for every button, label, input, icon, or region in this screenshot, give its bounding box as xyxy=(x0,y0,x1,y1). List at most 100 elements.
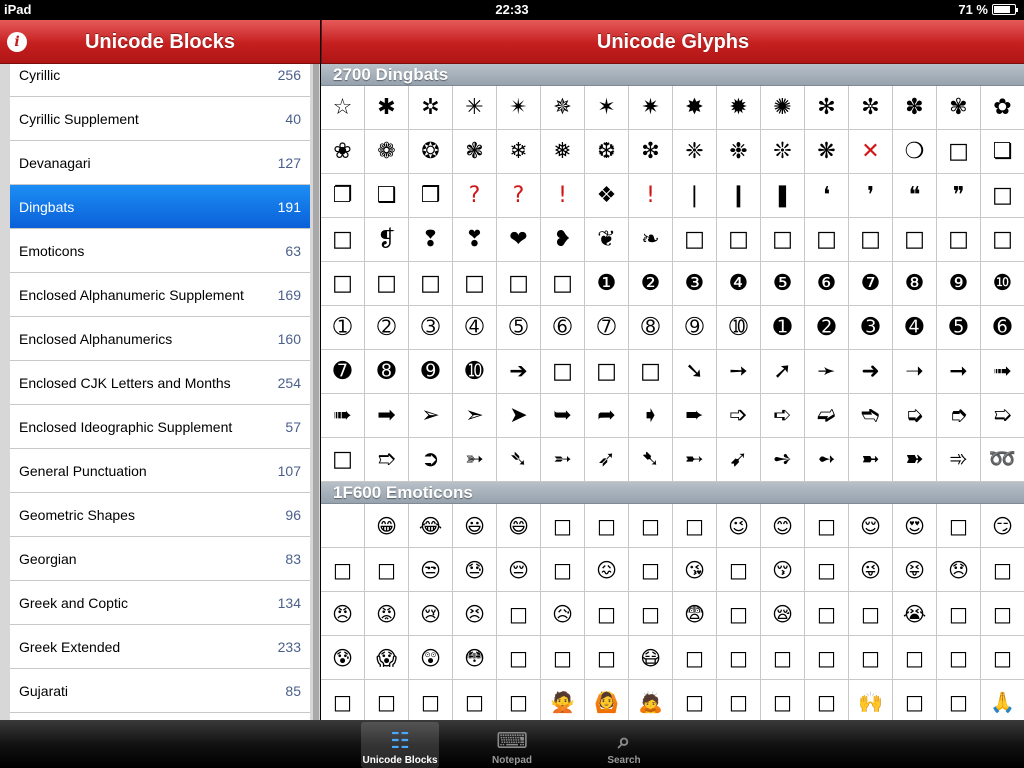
glyph-cell[interactable]: □ xyxy=(541,262,585,306)
glyph-cell[interactable]: ➂ xyxy=(409,306,453,350)
glyph-cell[interactable]: ! xyxy=(541,174,585,218)
glyph-cell[interactable]: □ xyxy=(673,504,717,548)
glyph-cell[interactable]: ➴ xyxy=(497,438,541,482)
glyph-cell[interactable]: ➪ xyxy=(761,394,805,438)
glyph-cell[interactable]: ➅ xyxy=(541,306,585,350)
glyph-cell[interactable]: 🙏 xyxy=(981,680,1024,720)
glyph-cell[interactable]: □ xyxy=(717,592,761,636)
glyph-cell[interactable]: ➶ xyxy=(585,438,629,482)
glyph-cell[interactable]: ❂ xyxy=(409,130,453,174)
glyph-cell[interactable]: ❅ xyxy=(541,130,585,174)
glyph-cell[interactable]: □ xyxy=(541,350,585,394)
block-row[interactable]: Geometric Shapes 96 xyxy=(10,493,310,537)
glyph-cell[interactable]: □ xyxy=(497,636,541,680)
glyph-cell[interactable]: □ xyxy=(321,438,365,482)
glyph-cell[interactable]: ✽ xyxy=(893,86,937,130)
glyph-cell[interactable]: ➀ xyxy=(321,306,365,350)
glyph-cell[interactable]: 😷 xyxy=(629,636,673,680)
glyph-cell[interactable]: ❼ xyxy=(849,262,893,306)
glyph-cell[interactable]: 😰 xyxy=(321,636,365,680)
glyph-cell[interactable]: □ xyxy=(585,592,629,636)
tab-notepad[interactable]: ⌨ Notepad xyxy=(473,720,551,768)
glyph-cell[interactable]: ➣ xyxy=(453,394,497,438)
glyph-cell[interactable]: □ xyxy=(849,592,893,636)
glyph-cell[interactable]: ➹ xyxy=(717,438,761,482)
glyph-cell[interactable]: ❋ xyxy=(805,130,849,174)
glyph-cell[interactable]: ➃ xyxy=(453,306,497,350)
glyph-cell[interactable]: ➵ xyxy=(541,438,585,482)
glyph-cell[interactable]: ➓ xyxy=(453,350,497,394)
glyph-cell[interactable]: □ xyxy=(321,548,365,592)
glyph-cell[interactable]: ➷ xyxy=(629,438,673,482)
block-row[interactable]: Cyrillic Supplement 40 xyxy=(10,97,310,141)
glyph-cell[interactable]: □ xyxy=(409,680,453,720)
glyph-cell[interactable]: □ xyxy=(321,218,365,262)
glyph-cell[interactable]: ➁ xyxy=(365,306,409,350)
glyph-cell[interactable]: □ xyxy=(937,130,981,174)
glyph-cell[interactable]: ➛ xyxy=(805,350,849,394)
glyph-cell[interactable]: ➔ xyxy=(497,350,541,394)
glyph-cell[interactable]: ❝ xyxy=(893,174,937,218)
glyph-cell[interactable]: ➉ xyxy=(717,306,761,350)
glyph-cell[interactable]: □ xyxy=(937,218,981,262)
glyph-cell[interactable]: □ xyxy=(497,680,541,720)
glyph-cell[interactable]: 😌 xyxy=(849,504,893,548)
glyph-cell[interactable]: ❙ xyxy=(717,174,761,218)
glyph-cell[interactable]: 😖 xyxy=(585,548,629,592)
glyph-cell[interactable]: 😢 xyxy=(409,592,453,636)
glyph-cell[interactable]: ❍ xyxy=(893,130,937,174)
glyph-cell[interactable]: ➟ xyxy=(981,350,1024,394)
glyph-cell[interactable]: □ xyxy=(585,636,629,680)
glyph-cell[interactable]: ✵ xyxy=(541,86,585,130)
glyph-cell[interactable]: ❛ xyxy=(805,174,849,218)
glyph-cell[interactable]: □ xyxy=(365,262,409,306)
glyph-cell[interactable]: □ xyxy=(981,174,1024,218)
glyph-cell[interactable]: 😪 xyxy=(761,592,805,636)
glyph-cell[interactable]: ❊ xyxy=(761,130,805,174)
glyph-cell[interactable]: ➒ xyxy=(409,350,453,394)
glyph-cell[interactable]: 😜 xyxy=(849,548,893,592)
glyph-cell[interactable]: □ xyxy=(893,680,937,720)
glyph-cell[interactable]: ❉ xyxy=(717,130,761,174)
block-row[interactable]: General Punctuation 107 xyxy=(10,449,310,493)
glyph-cell[interactable]: 😁 xyxy=(365,504,409,548)
glyph-cell[interactable]: ✱ xyxy=(365,86,409,130)
glyph-cell[interactable]: □ xyxy=(673,680,717,720)
glyph-cell[interactable]: ➍ xyxy=(893,306,937,350)
glyph-cell[interactable]: ➜ xyxy=(849,350,893,394)
glyph-cell[interactable]: 😲 xyxy=(409,636,453,680)
glyph-cell[interactable]: ❧ xyxy=(629,218,673,262)
info-icon[interactable]: i xyxy=(7,32,27,52)
glyph-cell[interactable]: 😞 xyxy=(937,548,981,592)
glyph-cell[interactable]: ❷ xyxy=(629,262,673,306)
glyph-cell[interactable]: 😉 xyxy=(717,504,761,548)
glyph-cell[interactable]: ❐ xyxy=(321,174,365,218)
glyph-cell[interactable]: ❹ xyxy=(717,262,761,306)
glyph-cell[interactable]: 😣 xyxy=(453,592,497,636)
glyph-cell[interactable]: 😚 xyxy=(761,548,805,592)
glyph-cell[interactable]: ❃ xyxy=(453,130,497,174)
glyph-cell[interactable]: ❖ xyxy=(585,174,629,218)
glyph-cell[interactable]: □ xyxy=(981,636,1024,680)
glyph-cell[interactable]: ➿ xyxy=(981,438,1024,482)
glyph-cell[interactable]: ❸ xyxy=(673,262,717,306)
glyph-cell[interactable]: □ xyxy=(629,350,673,394)
glyph-cell[interactable]: ➾ xyxy=(937,438,981,482)
glyph-cell[interactable]: 😄 xyxy=(497,504,541,548)
block-row[interactable]: Devanagari 127 xyxy=(10,141,310,185)
glyph-cell[interactable]: ✼ xyxy=(849,86,893,130)
glyph-cell[interactable]: □ xyxy=(761,218,805,262)
glyph-cell[interactable]: 😓 xyxy=(453,548,497,592)
glyph-cell[interactable]: ? xyxy=(453,174,497,218)
glyph-cell[interactable]: ➢ xyxy=(409,394,453,438)
glyph-cell[interactable]: ❆ xyxy=(585,130,629,174)
glyph-cell[interactable]: ➏ xyxy=(981,306,1024,350)
glyph-cell[interactable]: ❦ xyxy=(585,218,629,262)
glyph-cell[interactable]: ➫ xyxy=(805,394,849,438)
glyph-cell[interactable]: □ xyxy=(805,636,849,680)
glyph-cell[interactable]: ❏ xyxy=(981,130,1024,174)
block-row[interactable]: Enclosed Alphanumerics 160 xyxy=(10,317,310,361)
glyph-cell[interactable]: □ xyxy=(849,218,893,262)
glyph-cell[interactable]: □ xyxy=(585,350,629,394)
glyph-cell[interactable]: 🙅 xyxy=(541,680,585,720)
